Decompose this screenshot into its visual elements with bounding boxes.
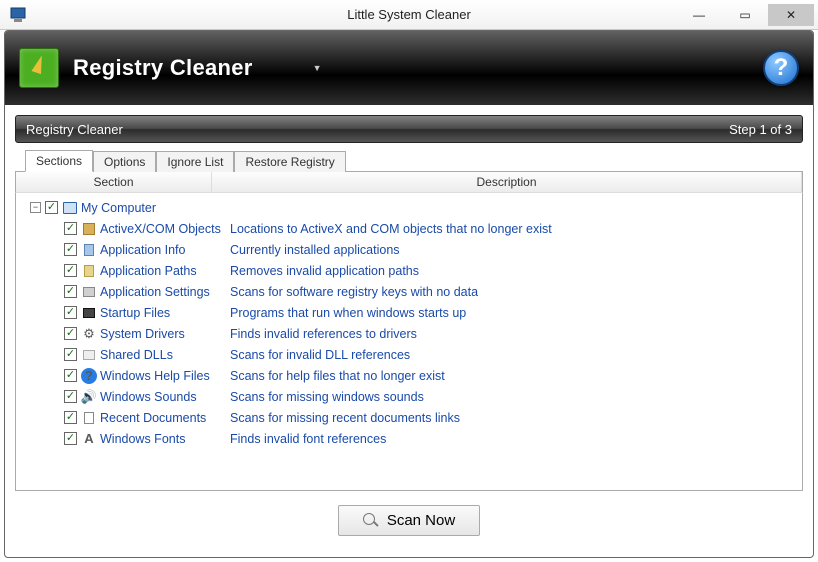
item-label: Application Paths [100,264,230,278]
checkbox[interactable]: ✓ [64,243,77,256]
checkbox[interactable]: ✓ [64,348,77,361]
column-headers: Section Description [15,172,803,193]
appsettings-icon [81,284,97,300]
checkbox[interactable]: ✓ [64,306,77,319]
startup-icon [81,305,97,321]
header-dropdown[interactable]: ▼ [313,63,322,73]
step-title: Registry Cleaner [26,122,123,137]
checkbox[interactable]: ✓ [45,201,58,214]
tree-root-label: My Computer [81,201,156,215]
tab-restore-registry[interactable]: Restore Registry [234,151,345,172]
header-title: Registry Cleaner [73,55,253,81]
item-desc: Finds invalid font references [230,432,386,446]
drivers-icon: ⚙ [81,326,97,342]
item-label: Windows Help Files [100,369,230,383]
help-files-icon: ? [81,368,97,384]
tree-item[interactable]: ✓ Application Info Currently installed a… [22,239,796,260]
checkbox[interactable]: ✓ [64,222,77,235]
tree-item[interactable]: ✓ 🔊 Windows Sounds Scans for missing win… [22,386,796,407]
step-indicator: Step 1 of 3 [729,122,792,137]
tree-item[interactable]: ✓ Recent Documents Scans for missing rec… [22,407,796,428]
app-header: Registry Cleaner ▼ ? [5,31,813,105]
activex-icon [81,221,97,237]
scan-button-label: Scan Now [387,512,455,529]
item-label: Application Settings [100,285,230,299]
scan-now-button[interactable]: Scan Now [338,505,480,536]
tree-root-row[interactable]: − ✓ My Computer [22,197,796,218]
item-desc: Finds invalid references to drivers [230,327,417,341]
button-row: Scan Now [5,491,813,552]
tab-ignore-list[interactable]: Ignore List [156,151,234,172]
tree-item[interactable]: ✓ ? Windows Help Files Scans for help fi… [22,365,796,386]
tree-item[interactable]: ✓ Application Paths Removes invalid appl… [22,260,796,281]
close-button[interactable]: ✕ [768,4,814,26]
tab-options[interactable]: Options [93,151,156,172]
item-desc: Removes invalid application paths [230,264,419,278]
item-label: System Drivers [100,327,230,341]
app-frame: Registry Cleaner ▼ ? Registry Cleaner St… [4,30,814,558]
tree-item[interactable]: ✓ Shared DLLs Scans for invalid DLL refe… [22,344,796,365]
item-label: Recent Documents [100,411,230,425]
tree-item[interactable]: ✓ ActiveX/COM Objects Locations to Activ… [22,218,796,239]
tree-item[interactable]: ✓ ⚙ System Drivers Finds invalid referen… [22,323,796,344]
recent-icon [81,410,97,426]
maximize-button[interactable]: ▭ [722,4,768,26]
computer-icon [62,200,78,216]
dlls-icon [81,347,97,363]
item-label: Shared DLLs [100,348,230,362]
tab-sections[interactable]: Sections [25,150,93,172]
app-logo-icon [19,48,59,88]
checkbox[interactable]: ✓ [64,264,77,277]
tree-item[interactable]: ✓ Startup Files Programs that run when w… [22,302,796,323]
checkbox[interactable]: ✓ [64,285,77,298]
item-label: ActiveX/COM Objects [100,222,230,236]
item-desc: Scans for missing recent documents links [230,411,460,425]
item-label: Windows Fonts [100,432,230,446]
tree-item[interactable]: ✓ Application Settings Scans for softwar… [22,281,796,302]
tree-item[interactable]: ✓ A Windows Fonts Finds invalid font ref… [22,428,796,449]
expand-toggle-icon[interactable]: − [30,202,41,213]
app-icon [10,7,26,23]
apppaths-icon [81,263,97,279]
tabs-row: Sections Options Ignore List Restore Reg… [15,149,803,172]
titlebar: Little System Cleaner — ▭ ✕ [0,0,818,30]
column-description[interactable]: Description [212,172,802,192]
help-button[interactable]: ? [763,50,799,86]
checkbox[interactable]: ✓ [64,411,77,424]
column-section[interactable]: Section [16,172,212,192]
appinfo-icon [81,242,97,258]
item-label: Application Info [100,243,230,257]
item-desc: Scans for missing windows sounds [230,390,424,404]
item-label: Windows Sounds [100,390,230,404]
checkbox[interactable]: ✓ [64,327,77,340]
sounds-icon: 🔊 [81,389,97,405]
checkbox[interactable]: ✓ [64,432,77,445]
item-desc: Locations to ActiveX and COM objects tha… [230,222,552,236]
sections-tree: − ✓ My Computer ✓ ActiveX/COM Objects Lo… [15,193,803,491]
item-label: Startup Files [100,306,230,320]
item-desc: Scans for help files that no longer exis… [230,369,445,383]
checkbox[interactable]: ✓ [64,390,77,403]
item-desc: Currently installed applications [230,243,400,257]
search-icon [363,513,379,529]
item-desc: Programs that run when windows starts up [230,306,466,320]
item-desc: Scans for software registry keys with no… [230,285,478,299]
checkbox[interactable]: ✓ [64,369,77,382]
minimize-button[interactable]: — [676,4,722,26]
step-bar: Registry Cleaner Step 1 of 3 [15,115,803,143]
fonts-icon: A [81,431,97,447]
item-desc: Scans for invalid DLL references [230,348,410,362]
